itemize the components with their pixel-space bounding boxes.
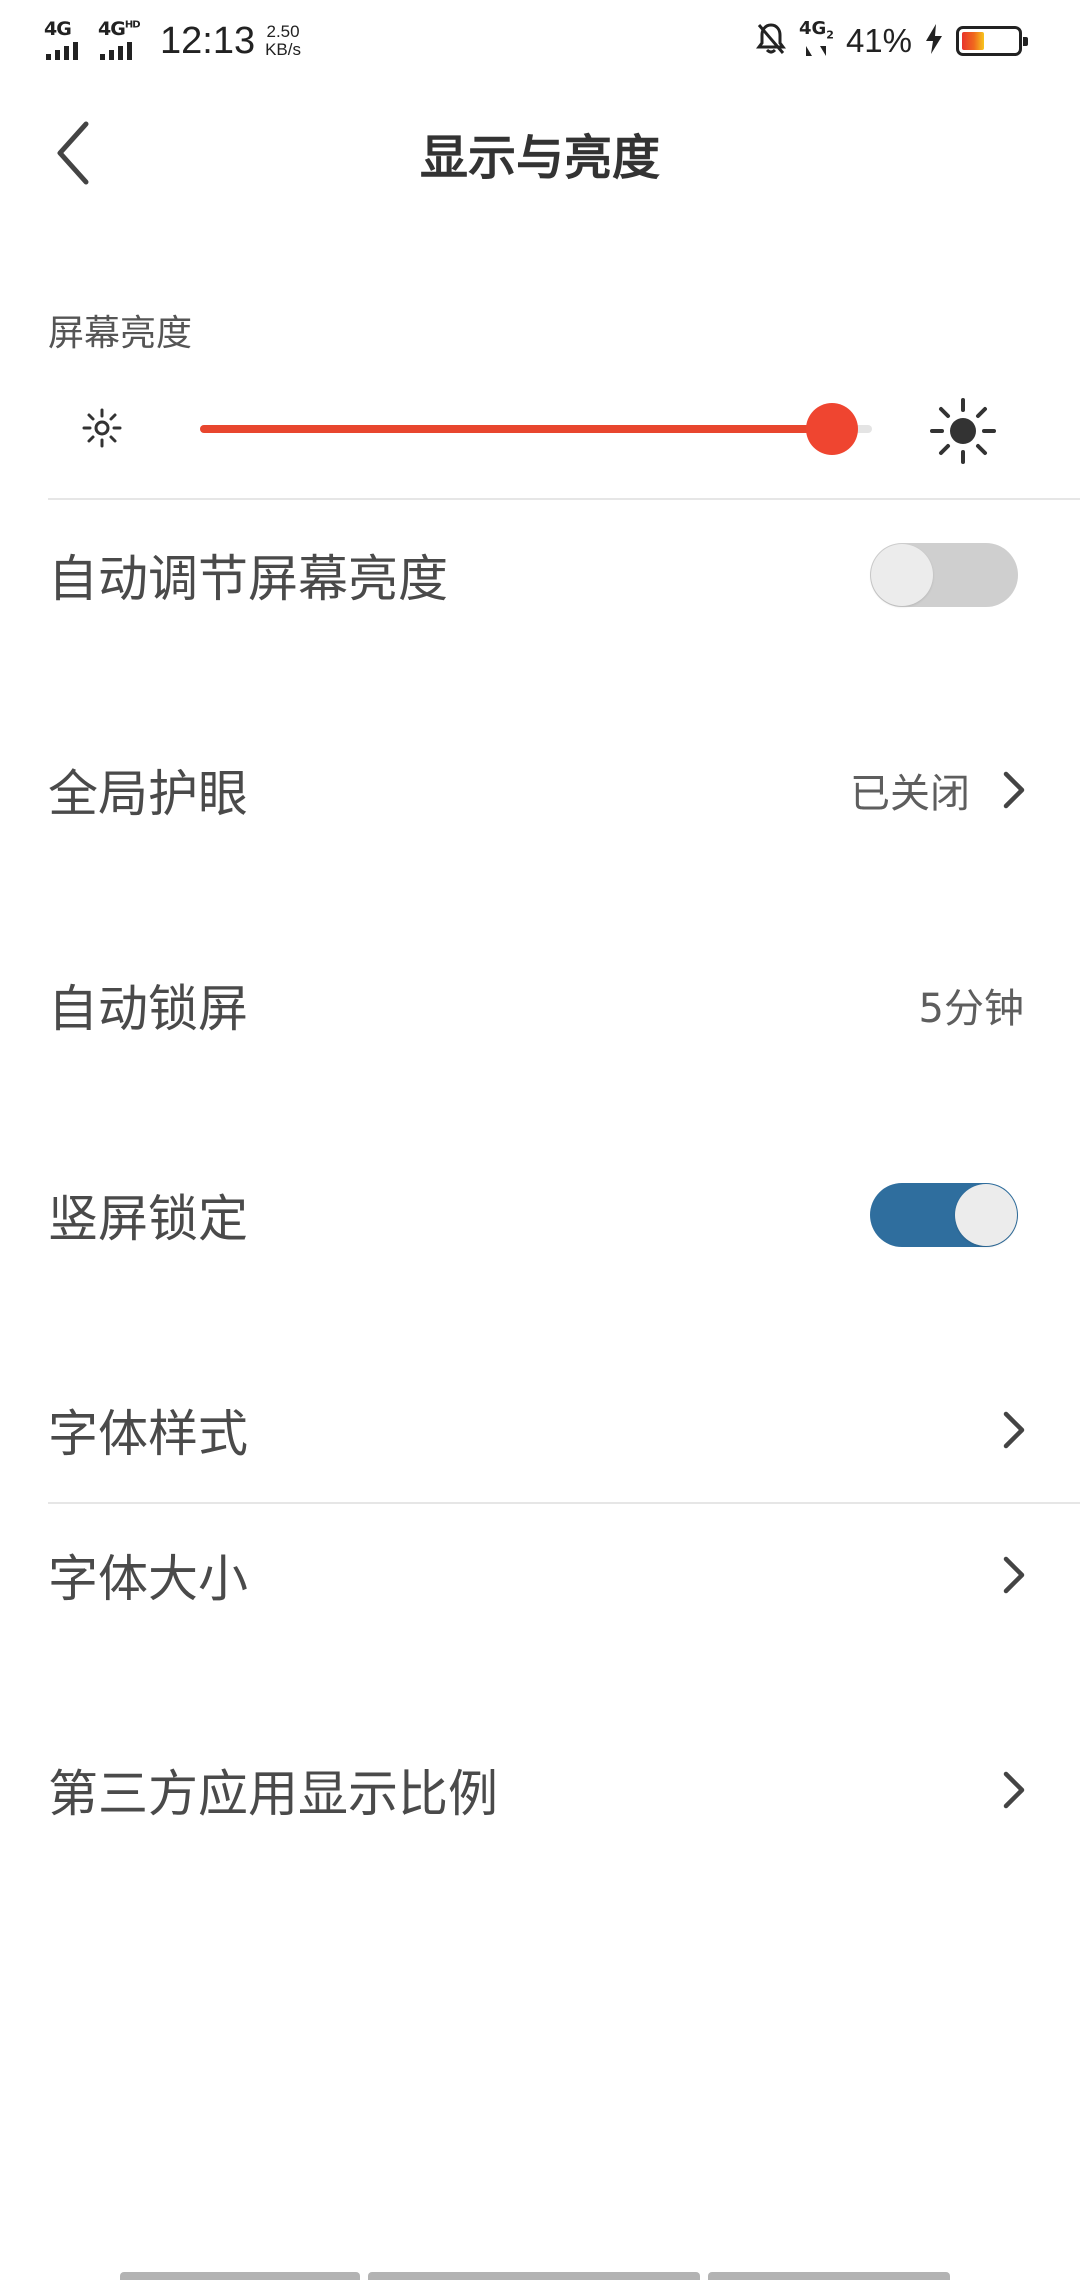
toggle-knob bbox=[871, 544, 933, 606]
divider bbox=[48, 1502, 1080, 1504]
battery-fill bbox=[962, 32, 984, 50]
sun-large-icon bbox=[930, 398, 996, 464]
chevron-right-icon bbox=[1003, 1556, 1025, 1594]
sim1-signal-icon: 4G bbox=[44, 18, 92, 64]
sim2-network-type: 4G bbox=[98, 18, 126, 40]
nav-indicator-left[interactable] bbox=[120, 2272, 360, 2280]
auto-lock-value: 5分钟 bbox=[918, 986, 1024, 1032]
font-size-row[interactable]: 字体大小 bbox=[0, 1510, 1080, 1640]
brightness-slider-row bbox=[0, 380, 1080, 480]
chevron-right-icon bbox=[1003, 771, 1025, 809]
status-time: 12:13 bbox=[160, 19, 256, 62]
portrait-lock-toggle[interactable] bbox=[870, 1183, 1018, 1247]
battery-percent: 41% bbox=[845, 22, 912, 59]
portrait-lock-row[interactable]: 竖屏锁定 bbox=[0, 1150, 1080, 1280]
auto-lock-row[interactable]: 自动锁屏 5分钟 bbox=[0, 940, 1080, 1070]
auto-brightness-label: 自动调节屏幕亮度 bbox=[48, 550, 448, 608]
status-bar-right: 4G2 41% bbox=[755, 16, 1028, 66]
toggle-knob bbox=[955, 1184, 1017, 1246]
divider bbox=[48, 498, 1080, 500]
nav-indicator-center[interactable] bbox=[368, 2272, 700, 2280]
status-bar: 4G 4GHD 12:13 2.50 KB/s 4G2 41% bbox=[0, 0, 1080, 80]
sim2-4g-icon: 4G2 bbox=[798, 17, 834, 63]
portrait-lock-label: 竖屏锁定 bbox=[48, 1190, 248, 1248]
eye-protection-row[interactable]: 全局护眼 已关闭 bbox=[0, 725, 1080, 855]
notifications-muted-icon bbox=[755, 21, 787, 61]
network-speed: 2.50 KB/s bbox=[265, 23, 301, 59]
navigation-bar bbox=[0, 2270, 1080, 2280]
nav-indicator-right[interactable] bbox=[708, 2272, 950, 2280]
network-speed-unit: KB/s bbox=[265, 40, 301, 59]
chevron-right-icon bbox=[1003, 1411, 1025, 1449]
brightness-section-label: 屏幕亮度 bbox=[48, 313, 193, 354]
header: 显示与亮度 bbox=[0, 90, 1080, 210]
page-title: 显示与亮度 bbox=[419, 130, 660, 186]
brightness-slider-fill bbox=[200, 425, 832, 433]
battery-icon bbox=[956, 26, 1028, 56]
network-speed-value: 2.50 bbox=[266, 22, 300, 41]
status-bar-left: 4G 4GHD 12:13 2.50 KB/s bbox=[44, 16, 301, 66]
auto-brightness-row[interactable]: 自动调节屏幕亮度 bbox=[0, 510, 1080, 640]
sim2-network-label: 4G bbox=[798, 17, 827, 39]
font-style-row[interactable]: 字体样式 bbox=[0, 1365, 1080, 1495]
third-party-ratio-label: 第三方应用显示比例 bbox=[48, 1765, 498, 1823]
eye-protection-value: 已关闭 bbox=[850, 771, 970, 817]
auto-lock-label: 自动锁屏 bbox=[48, 980, 248, 1038]
charging-icon bbox=[924, 23, 944, 59]
third-party-ratio-row[interactable]: 第三方应用显示比例 bbox=[0, 1725, 1080, 1855]
brightness-slider[interactable] bbox=[200, 403, 872, 455]
sim1-network-type: 4G bbox=[44, 18, 72, 40]
eye-protection-label: 全局护眼 bbox=[48, 765, 248, 823]
font-size-label: 字体大小 bbox=[48, 1550, 248, 1608]
auto-brightness-toggle[interactable] bbox=[870, 543, 1018, 607]
sim2-number: 2 bbox=[826, 28, 834, 42]
sun-small-icon bbox=[82, 408, 122, 448]
chevron-right-icon bbox=[1003, 1771, 1025, 1809]
hd-badge: HD bbox=[124, 19, 141, 31]
sim2-signal-icon: 4GHD bbox=[98, 18, 146, 64]
brightness-slider-thumb[interactable] bbox=[805, 403, 858, 455]
font-style-label: 字体样式 bbox=[48, 1405, 248, 1463]
